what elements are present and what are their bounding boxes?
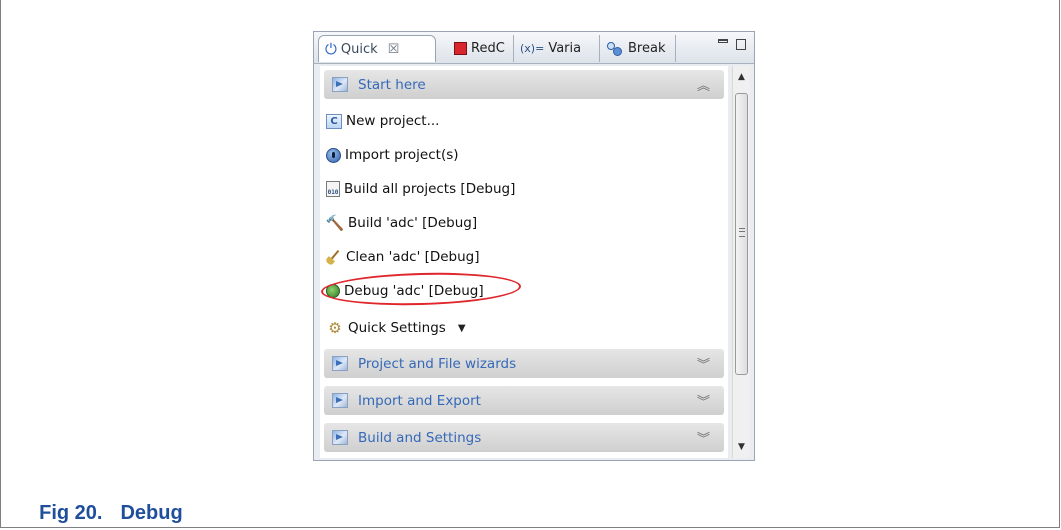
new-project-icon: C xyxy=(326,113,342,129)
figure-caption: Fig 20. Debug xyxy=(28,479,183,525)
quick-start-content: Start here ︽ C New project... Import pro… xyxy=(320,66,728,458)
view-tab-bar: ⏻ Quick ☒ RedC (x)= Varia Break xyxy=(314,32,754,64)
figure-number: Fig 20. xyxy=(39,502,103,524)
section-build-settings[interactable]: Build and Settings ︾ xyxy=(324,423,724,452)
dropdown-arrow-icon[interactable]: ▼ xyxy=(458,323,466,334)
section-label: Start here xyxy=(358,76,426,93)
grip-icon xyxy=(739,228,745,237)
section-label: Import and Export xyxy=(358,392,481,409)
item-label: Import project(s) xyxy=(345,147,459,163)
minimize-icon[interactable] xyxy=(718,39,728,43)
highlight-ellipse xyxy=(320,270,522,308)
close-icon[interactable]: ☒ xyxy=(388,42,400,57)
breakpoints-icon xyxy=(606,41,624,56)
tab-label: Varia xyxy=(548,41,582,56)
figure-title: Debug xyxy=(120,502,183,524)
item-label: New project... xyxy=(346,113,440,129)
redc-icon xyxy=(454,42,467,55)
expand-chevron-icon[interactable]: ︾ xyxy=(697,428,710,447)
section-import-export[interactable]: Import and Export ︾ xyxy=(324,386,724,415)
section-project-wizards[interactable]: Project and File wizards ︾ xyxy=(324,349,724,378)
item-label: Quick Settings xyxy=(348,320,446,336)
section-icon xyxy=(332,430,348,445)
scroll-thumb[interactable] xyxy=(735,93,748,375)
item-clean-adc[interactable]: Clean 'adc' [Debug] xyxy=(326,245,480,269)
settings-icon: ⚙ xyxy=(328,319,342,337)
import-icon xyxy=(326,147,341,163)
tab-variables[interactable]: (x)= Varia xyxy=(514,35,600,62)
variables-icon: (x)= xyxy=(520,42,545,55)
section-label: Build and Settings xyxy=(358,429,482,446)
tab-label: Quick xyxy=(340,41,378,57)
power-icon: ⏻ xyxy=(325,40,337,58)
tab-quick[interactable]: ⏻ Quick ☒ xyxy=(318,35,436,62)
section-label: Project and File wizards xyxy=(358,355,517,372)
window-controls xyxy=(718,37,746,50)
section-icon xyxy=(332,356,348,371)
tab-redc[interactable]: RedC xyxy=(448,35,514,62)
item-label: Build 'adc' [Debug] xyxy=(348,215,478,231)
broom-icon xyxy=(326,249,342,265)
item-label: Build all projects [Debug] xyxy=(344,181,516,197)
item-label: Clean 'adc' [Debug] xyxy=(346,249,480,265)
item-new-project[interactable]: C New project... xyxy=(326,109,439,133)
item-build-all[interactable]: 010 Build all projects [Debug] xyxy=(326,177,515,201)
item-quick-settings[interactable]: ⚙ Quick Settings ▼ xyxy=(326,316,466,340)
scroll-up-arrow-icon[interactable]: ▲ xyxy=(733,68,750,86)
vertical-scrollbar[interactable]: ▲ ▼ xyxy=(732,66,750,458)
maximize-icon[interactable] xyxy=(736,39,746,50)
item-import-project[interactable]: Import project(s) xyxy=(326,143,459,167)
tab-label: RedC xyxy=(471,41,505,56)
tab-label: Break xyxy=(628,41,666,56)
quick-start-panel: ⏻ Quick ☒ RedC (x)= Varia Break Start he… xyxy=(313,31,755,461)
item-build-adc[interactable]: 🔨 Build 'adc' [Debug] xyxy=(326,211,477,235)
tab-breakpoints[interactable]: Break xyxy=(600,35,676,62)
scroll-down-arrow-icon[interactable]: ▼ xyxy=(733,438,750,456)
section-icon xyxy=(332,393,348,408)
expand-chevron-icon[interactable]: ︾ xyxy=(697,391,710,410)
hammer-icon: 🔨 xyxy=(325,214,345,232)
section-start-here[interactable]: Start here ︽ xyxy=(324,70,724,99)
section-icon xyxy=(332,77,348,92)
build-all-icon: 010 xyxy=(326,181,340,197)
collapse-chevron-icon[interactable]: ︽ xyxy=(697,75,710,94)
expand-chevron-icon[interactable]: ︾ xyxy=(697,354,710,373)
